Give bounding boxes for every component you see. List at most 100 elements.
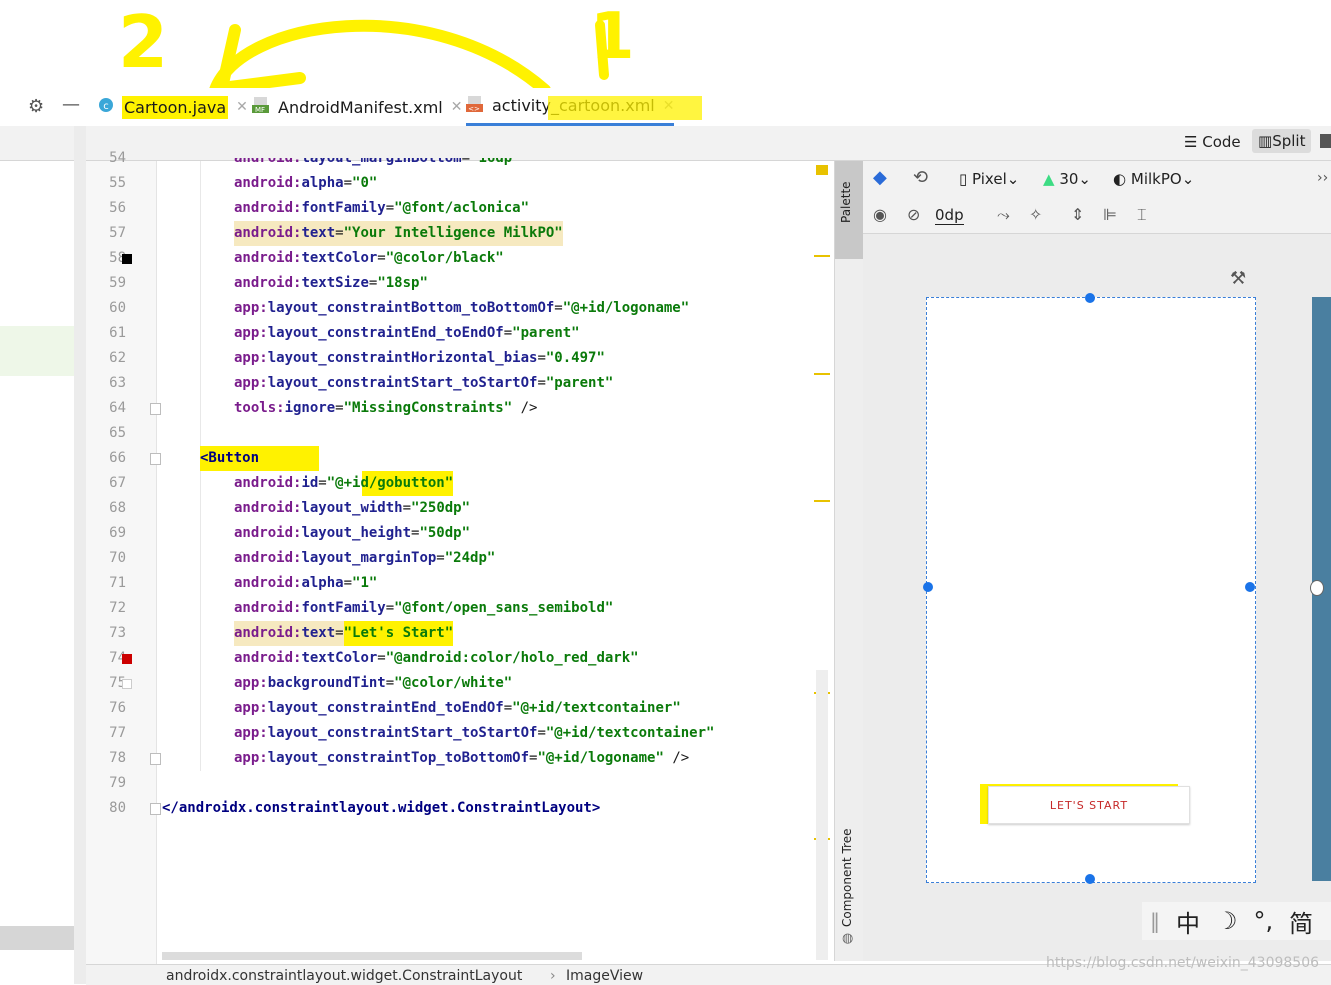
ime-toolbar[interactable]: ‖ 中 ☽ °, 简 (1142, 902, 1331, 940)
pack-icon[interactable]: ⇕ (1071, 205, 1084, 224)
line-number: 74 (109, 650, 126, 666)
fold-marker[interactable] (150, 453, 161, 465)
line-number: 75 (109, 675, 126, 691)
code-line: android:text="Your Intelligence MilkPO" (234, 221, 563, 246)
default-margin-selector[interactable]: 0dp (935, 206, 964, 225)
component-tree-tab[interactable]: Component Tree ◍ (835, 821, 863, 951)
wrench-icon[interactable]: ⚒ (1230, 268, 1246, 289)
code-line: android:alpha="1" (234, 575, 378, 591)
tab-cartoon-java[interactable]: c Cartoon.java ✕ (98, 88, 248, 126)
design-mode-icon[interactable] (1320, 134, 1331, 148)
constraint-handle-top[interactable] (1085, 293, 1095, 303)
line-number: 62 (109, 350, 126, 366)
line-number: 58 (109, 250, 126, 266)
line-number: 66 (109, 450, 126, 466)
color-swatch-white[interactable] (122, 679, 132, 689)
layout-xml-icon: <> (466, 95, 484, 117)
breadcrumb-item[interactable]: androidx.constraintlayout.widget.Constra… (166, 968, 522, 984)
guidelines-icon[interactable]: ⌶ (1137, 205, 1147, 225)
eye-icon[interactable]: ◉ (873, 205, 887, 224)
code-line: android:textColor="@color/black" (234, 250, 504, 266)
lets-start-button-preview[interactable]: LET'S START (988, 786, 1190, 824)
fold-marker[interactable] (150, 403, 161, 415)
moon-icon[interactable]: ☽ (1216, 907, 1238, 935)
line-number: 77 (109, 725, 126, 741)
horizontal-scrollbar[interactable] (162, 952, 582, 960)
tab-label: AndroidManifest.xml (278, 97, 443, 117)
drag-handle-icon[interactable]: ‖ (1150, 909, 1160, 933)
design-toolbar-top: ◆ ⟲ ▯ Pixel⌄ ▲ 30⌄ ◐ MilkPO⌄ ›› (863, 161, 1331, 197)
gear-icon[interactable]: ⚙ (28, 96, 44, 117)
line-number: 68 (109, 500, 126, 516)
code-line: app:layout_constraintTop_toBottomOf="@+i… (234, 750, 690, 766)
fold-marker[interactable] (150, 753, 161, 765)
theme-selector[interactable]: ◐ MilkPO⌄ (1113, 170, 1194, 188)
code-line: android:textColor="@android:color/holo_r… (234, 650, 639, 666)
color-swatch-black[interactable] (122, 254, 132, 264)
clear-constraints-icon[interactable]: ⤳ (997, 205, 1010, 225)
overflow-icon[interactable]: ›› (1317, 170, 1328, 186)
lines-icon: ☰ (1184, 133, 1198, 151)
constraint-handle-right[interactable] (1245, 582, 1255, 592)
breadcrumb: androidx.constraintlayout.widget.Constra… (86, 955, 1331, 985)
line-number: 79 (109, 775, 126, 791)
line-number: 59 (109, 275, 126, 291)
line-number: 80 (109, 800, 126, 816)
fold-marker[interactable] (150, 803, 161, 815)
tab-label: Cartoon.java (122, 95, 229, 119)
minimize-icon[interactable]: — (62, 94, 80, 115)
magnet-off-icon[interactable]: ⊘ (907, 205, 920, 224)
annotation-number-2: 2 (118, 0, 169, 84)
ime-language[interactable]: 中 (1176, 904, 1200, 939)
api-level-selector[interactable]: ▲ 30⌄ (1043, 170, 1091, 188)
chevron-right-icon: › (550, 968, 556, 984)
line-number: 55 (109, 175, 126, 191)
warning-mark[interactable] (814, 373, 830, 375)
warning-mark[interactable] (814, 255, 830, 257)
breadcrumb-item[interactable]: ImageView (566, 968, 643, 984)
panel-divider[interactable] (74, 126, 86, 984)
code-line: app:layout_constraintStart_toStartOf="pa… (234, 375, 614, 391)
selected-row-highlight (0, 326, 74, 376)
layers-icon[interactable]: ◆ (873, 167, 887, 188)
annotation-number-1: 1 (590, 0, 635, 74)
constraint-handle-bottom[interactable] (1085, 874, 1095, 884)
line-number: 64 (109, 400, 126, 416)
code-line: android:textSize="18sp" (234, 275, 428, 291)
warning-indicator[interactable] (816, 165, 828, 175)
code-line: app:layout_constraintBottom_toBottomOf="… (234, 300, 690, 316)
code-line: android:id="@+id/gobutton" (234, 471, 454, 496)
device-selector[interactable]: ▯ Pixel⌄ (959, 170, 1019, 188)
constraint-handle-left[interactable] (923, 582, 933, 592)
line-number: 57 (109, 225, 126, 241)
java-class-icon: c (98, 97, 114, 117)
orientation-icon[interactable]: ⟲ (913, 167, 928, 188)
warning-mark[interactable] (814, 500, 830, 502)
line-number: 70 (109, 550, 126, 566)
split-mode-button[interactable]: ▥Split (1252, 129, 1312, 153)
palette-tab[interactable]: Palette (835, 161, 863, 259)
view-mode-toolbar: ☰ Code ▥Split (0, 126, 1331, 161)
ime-mode[interactable]: 简 (1289, 904, 1313, 939)
code-line: android:layout_width="250dp" (234, 500, 471, 516)
close-icon[interactable]: ✕ (236, 99, 248, 115)
close-icon[interactable]: ✕ (451, 99, 463, 115)
vertical-scroll-thumb[interactable] (816, 670, 828, 960)
watermark: https://blog.csdn.net/weixin_43098506 (1046, 955, 1320, 971)
code-line: android:fontFamily="@font/open_sans_semi… (234, 600, 614, 616)
line-number: 73 (109, 625, 126, 641)
color-swatch-red[interactable] (122, 654, 132, 664)
magic-wand-icon[interactable]: ✧ (1029, 205, 1042, 224)
code-mode-button[interactable]: ☰ Code (1184, 133, 1241, 151)
code-line: android:layout_marginTop="24dp" (234, 550, 496, 566)
svg-text:c: c (103, 101, 109, 112)
align-icon[interactable]: ⊫ (1103, 205, 1117, 224)
tab-android-manifest[interactable]: MF AndroidManifest.xml ✕ (252, 88, 462, 126)
line-number: 69 (109, 525, 126, 541)
line-number: 54 (109, 150, 126, 166)
split-icon: ▥ (1258, 132, 1273, 150)
punctuation-icon[interactable]: °, (1254, 907, 1274, 935)
line-number: 78 (109, 750, 126, 766)
blueprint-handle[interactable] (1310, 580, 1324, 596)
code-line: app:backgroundTint="@color/white" (234, 675, 513, 691)
